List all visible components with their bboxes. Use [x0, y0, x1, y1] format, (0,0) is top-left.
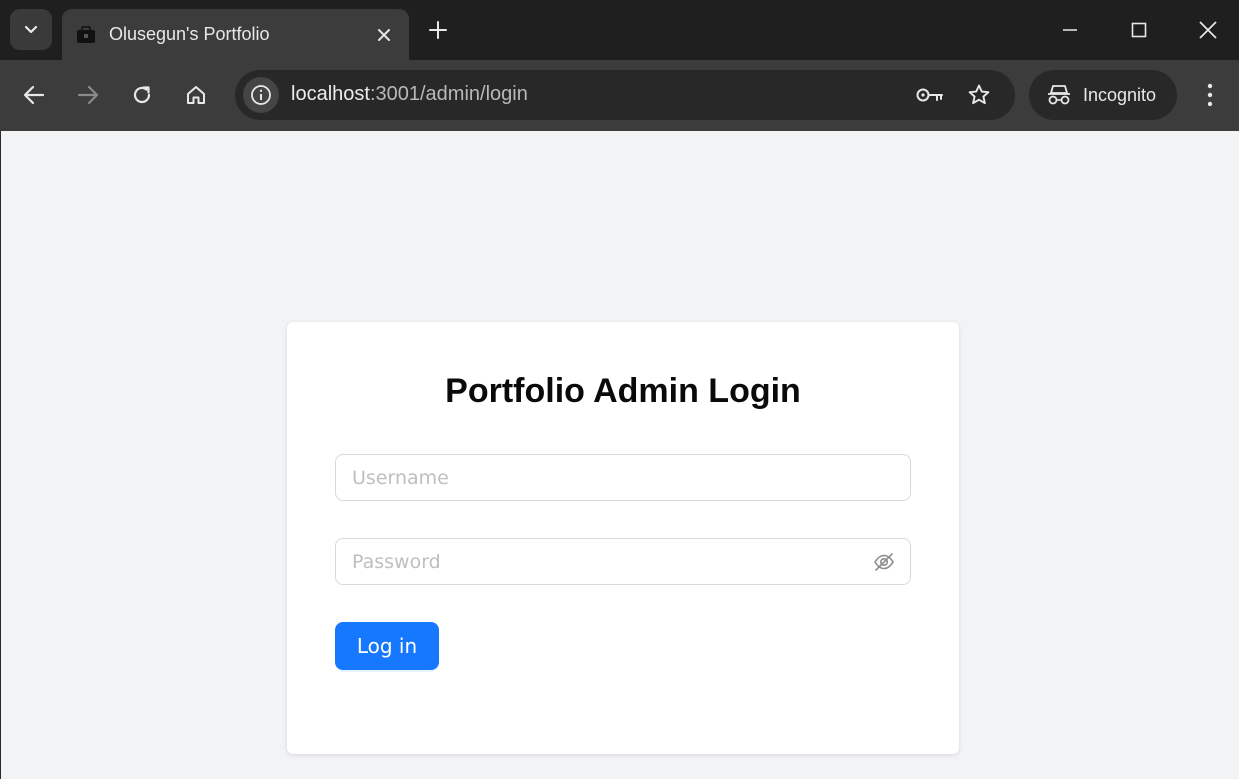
page-title: Portfolio Admin Login	[445, 372, 801, 410]
site-info-button[interactable]	[243, 77, 279, 113]
browser-tab-active[interactable]: Olusegun's Portfolio	[62, 9, 409, 60]
incognito-profile-button[interactable]: Incognito	[1029, 70, 1177, 120]
url-path: :3001/admin/login	[369, 83, 528, 105]
new-tab-button[interactable]	[424, 16, 452, 44]
minimize-icon	[1063, 29, 1077, 31]
page-viewport: Portfolio Admin Login Log in	[0, 131, 1239, 779]
home-icon	[187, 86, 205, 104]
address-bar[interactable]: localhost:3001/admin/login	[235, 70, 1015, 120]
maximize-button[interactable]	[1121, 12, 1157, 48]
username-field[interactable]	[335, 454, 911, 501]
browser-toolbar: localhost:3001/admin/login Incognito	[0, 60, 1239, 131]
profile-label: Incognito	[1083, 84, 1157, 105]
forward-button[interactable]	[70, 77, 106, 113]
maximize-icon	[1131, 22, 1147, 38]
arrow-left-icon	[23, 85, 45, 105]
close-icon	[1199, 21, 1217, 39]
kebab-menu-icon	[1207, 83, 1213, 107]
eye-off-icon[interactable]	[872, 551, 896, 573]
plus-icon	[429, 21, 447, 39]
url-text[interactable]: localhost:3001/admin/login	[291, 83, 528, 106]
password-input[interactable]	[352, 539, 862, 584]
browser-title-bar: Olusegun's Portfolio	[0, 0, 1239, 60]
chevron-down-icon	[24, 25, 38, 33]
arrow-right-icon	[77, 85, 99, 105]
reload-button[interactable]	[124, 77, 160, 113]
login-card: Portfolio Admin Login Log in	[287, 322, 959, 754]
briefcase-icon	[76, 25, 96, 45]
bookmark-button[interactable]	[965, 81, 993, 109]
password-field[interactable]	[335, 538, 911, 585]
password-manager-button[interactable]	[915, 82, 945, 108]
home-button[interactable]	[178, 77, 214, 113]
key-icon	[916, 88, 943, 102]
browser-menu-button[interactable]	[1196, 77, 1224, 113]
reload-icon	[133, 86, 151, 104]
login-button[interactable]: Log in	[335, 622, 439, 670]
tab-search-button[interactable]	[10, 9, 52, 50]
url-host: localhost	[291, 83, 370, 105]
close-icon[interactable]	[373, 24, 395, 46]
close-window-button[interactable]	[1190, 12, 1226, 48]
info-icon	[251, 85, 271, 105]
incognito-icon	[1048, 85, 1070, 105]
tab-title: Olusegun's Portfolio	[109, 24, 270, 44]
username-input[interactable]	[352, 455, 862, 500]
star-icon	[968, 84, 990, 105]
back-button[interactable]	[16, 77, 52, 113]
minimize-button[interactable]	[1052, 12, 1088, 48]
